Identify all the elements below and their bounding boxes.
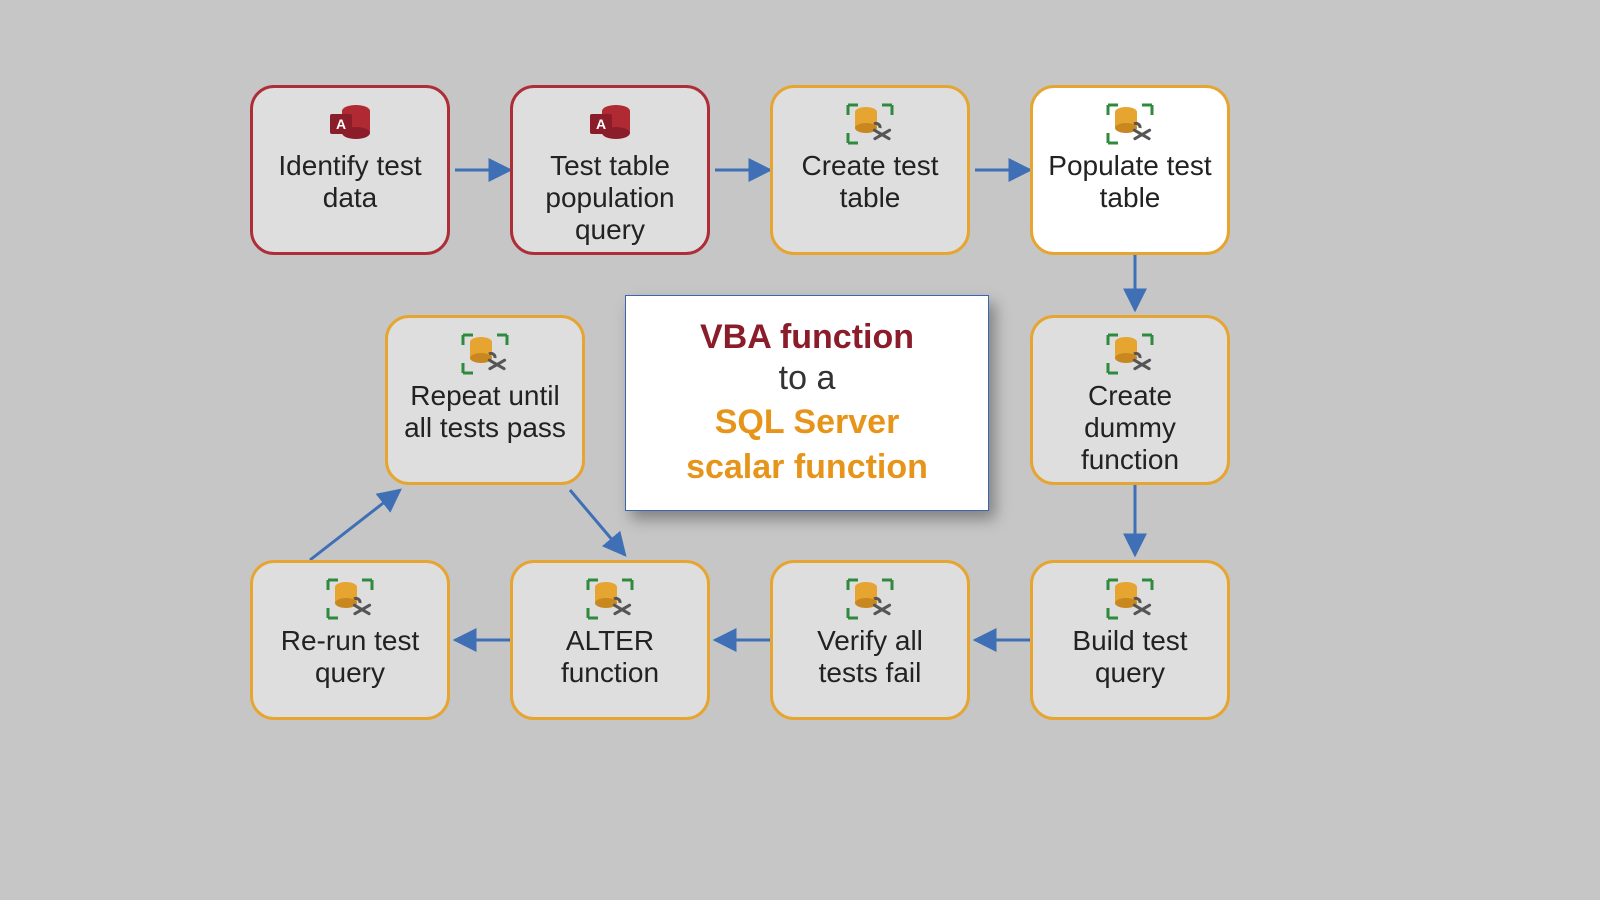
step-create-dummy-function: Create dummy function	[1030, 315, 1230, 485]
sql-tools-icon	[402, 330, 568, 378]
step-label: Repeat until all tests pass	[402, 380, 568, 444]
sql-tools-icon	[787, 100, 953, 148]
step-label: Test table population query	[527, 150, 693, 247]
step-identify-test-data: A Identify test data	[250, 85, 450, 255]
step-label: Create dummy function	[1047, 380, 1213, 477]
svg-text:A: A	[596, 116, 606, 132]
step-label: Populate test table	[1047, 150, 1213, 214]
step-label: Verify all tests fail	[787, 625, 953, 689]
sql-tools-icon	[1047, 575, 1213, 623]
access-db-icon: A	[267, 100, 433, 148]
step-label: ALTER function	[527, 625, 693, 689]
svg-text:A: A	[336, 116, 346, 132]
step-alter-function: ALTER function	[510, 560, 710, 720]
step-verify-all-tests-fail: Verify all tests fail	[770, 560, 970, 720]
step-label: Identify test data	[267, 150, 433, 214]
step-populate-test-table: Populate test table	[1030, 85, 1230, 255]
title-line-sql-2: scalar function	[652, 447, 962, 488]
step-label: Create test table	[787, 150, 953, 214]
sql-tools-icon	[1047, 100, 1213, 148]
sql-tools-icon	[1047, 330, 1213, 378]
step-build-test-query: Build test query	[1030, 560, 1230, 720]
step-label: Build test query	[1047, 625, 1213, 689]
access-db-icon: A	[527, 100, 693, 148]
title-card: VBA function to a SQL Server scalar func…	[625, 295, 989, 511]
step-create-test-table: Create test table	[770, 85, 970, 255]
sql-tools-icon	[527, 575, 693, 623]
title-line-vba: VBA function	[652, 318, 962, 357]
sql-tools-icon	[267, 575, 433, 623]
diagram-canvas: A Identify test data A Test table popula…	[0, 0, 1600, 900]
step-label: Re-run test query	[267, 625, 433, 689]
title-line-to-a: to a	[652, 359, 962, 398]
step-repeat-until-pass: Repeat until all tests pass	[385, 315, 585, 485]
step-test-table-population-query: A Test table population query	[510, 85, 710, 255]
step-rerun-test-query: Re-run test query	[250, 560, 450, 720]
sql-tools-icon	[787, 575, 953, 623]
title-line-sql-1: SQL Server	[652, 402, 962, 443]
